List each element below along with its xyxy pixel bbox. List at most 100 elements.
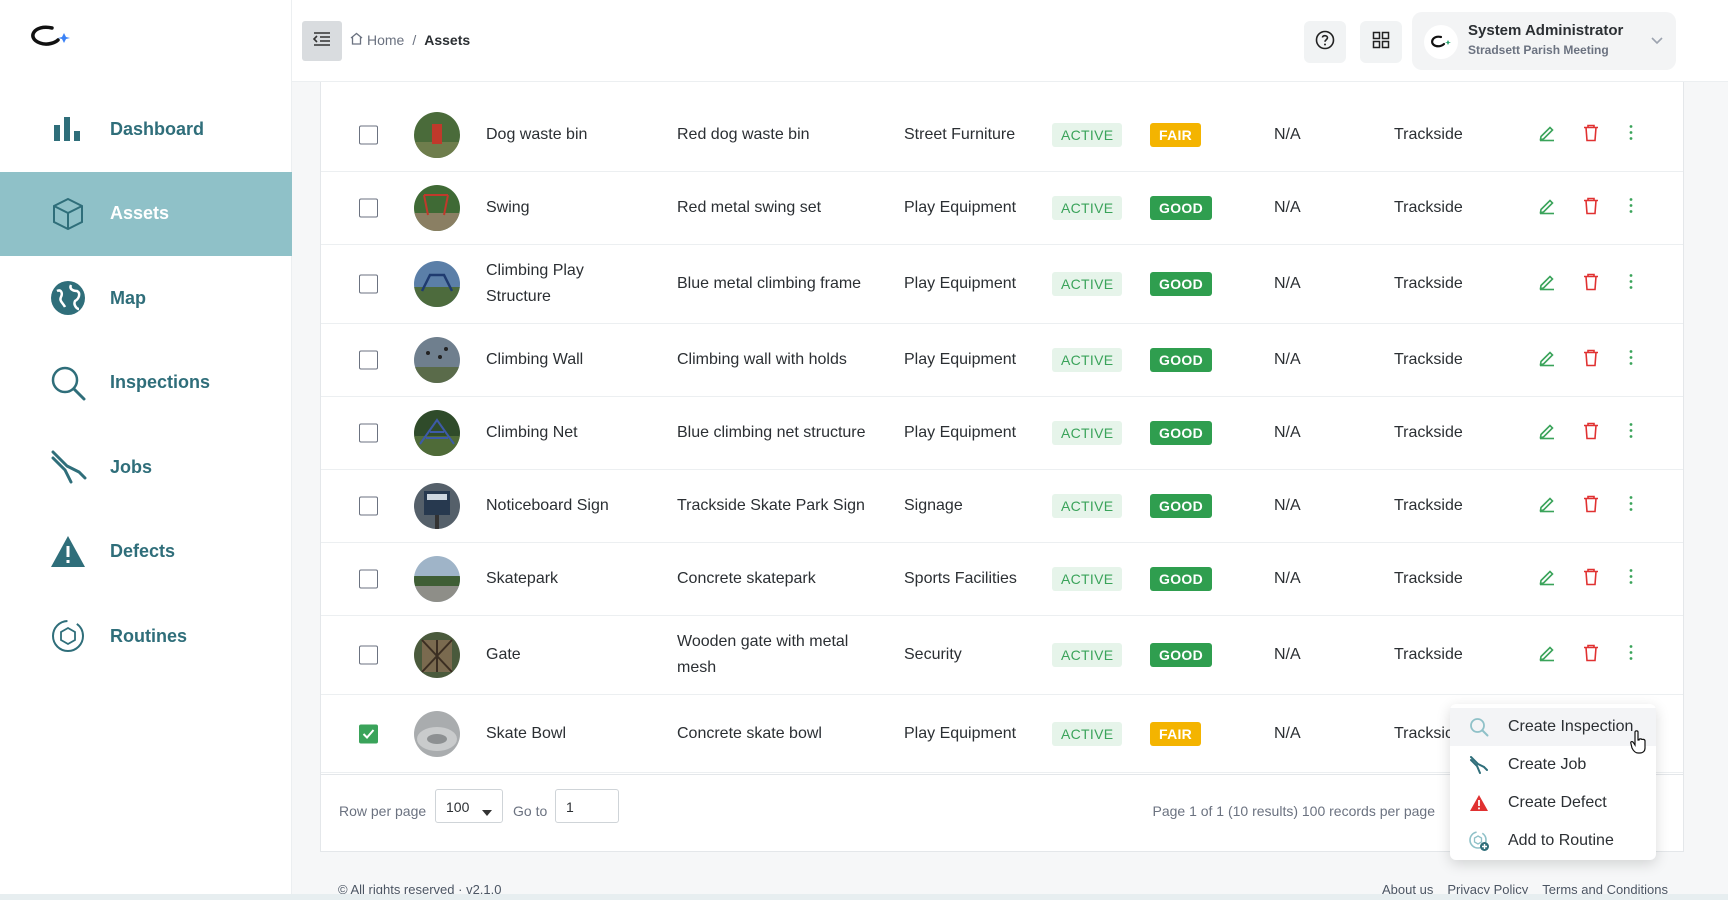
menu-item-create-job[interactable]: Create Job	[1450, 746, 1656, 784]
sidebar-item-dashboard[interactable]: Dashboard	[0, 87, 292, 172]
table-row[interactable]: Gate Wooden gate with metal mesh Securit…	[321, 616, 1683, 695]
row-actions-kebab-icon[interactable]	[1629, 496, 1633, 517]
menu-item-create-inspection[interactable]: Create Inspection	[1450, 708, 1656, 746]
asset-description: Blue climbing net structure	[677, 424, 866, 441]
table-row[interactable]: Climbing Play Structure Blue metal climb…	[321, 245, 1683, 324]
breadcrumb: Home / Assets	[350, 32, 470, 48]
edit-icon[interactable]	[1538, 349, 1556, 372]
row-actions-kebab-icon[interactable]	[1629, 350, 1633, 371]
row-checkbox[interactable]	[359, 198, 378, 218]
checkmark-icon	[362, 728, 375, 739]
asset-thumbnail	[414, 337, 460, 383]
asset-name[interactable]: Climbing Wall	[486, 351, 583, 369]
edit-icon[interactable]	[1538, 197, 1556, 220]
sidebar-toggle-button[interactable]	[302, 21, 342, 61]
asset-name[interactable]: Skate Bowl	[486, 725, 566, 743]
apps-grid-button[interactable]	[1360, 21, 1402, 63]
asset-value: N/A	[1274, 199, 1301, 216]
home-icon	[350, 32, 363, 48]
condition-badge: GOOD	[1150, 643, 1212, 667]
rows-per-page-select[interactable]: 100	[435, 789, 503, 823]
warning-icon	[48, 532, 88, 572]
delete-icon[interactable]	[1583, 124, 1599, 147]
edit-icon[interactable]	[1538, 124, 1556, 147]
asset-name[interactable]: Dog waste bin	[486, 126, 587, 144]
goto-page-input[interactable]: 1	[555, 789, 619, 823]
status-badge: ACTIVE	[1052, 421, 1123, 445]
row-actions-kebab-icon[interactable]	[1629, 569, 1633, 590]
edit-icon[interactable]	[1538, 273, 1556, 296]
table-row[interactable]: Skatepark Concrete skatepark Sports Faci…	[321, 543, 1683, 616]
row-actions-kebab-icon[interactable]	[1629, 198, 1633, 219]
row-checkbox[interactable]	[359, 496, 378, 516]
asset-description: Wooden gate with metal mesh	[677, 629, 848, 681]
asset-name[interactable]: Skatepark	[486, 570, 558, 588]
delete-icon[interactable]	[1583, 495, 1599, 518]
menu-item-add-to-routine[interactable]: Add to Routine	[1450, 822, 1656, 860]
sidebar-item-defects[interactable]: Defects	[0, 510, 292, 595]
cube-icon	[48, 194, 88, 234]
status-badge: ACTIVE	[1052, 272, 1123, 296]
asset-name[interactable]: Climbing Net	[486, 424, 578, 442]
row-checkbox[interactable]	[359, 274, 378, 294]
asset-category: Play Equipment	[904, 351, 1017, 368]
table-row[interactable]: Swing Red metal swing set Play Equipment…	[321, 172, 1683, 245]
delete-icon[interactable]	[1583, 273, 1599, 296]
edit-icon[interactable]	[1538, 422, 1556, 445]
edit-icon[interactable]	[1538, 568, 1556, 591]
asset-value: N/A	[1274, 424, 1301, 441]
user-organisation: Stradsett Parish Meeting	[1468, 43, 1609, 57]
sidebar-item-jobs[interactable]: Jobs	[0, 425, 292, 510]
asset-description: Concrete skatepark	[677, 570, 816, 587]
asset-description: Red dog waste bin	[677, 126, 810, 143]
magnifier-icon	[1468, 716, 1490, 738]
breadcrumb-current: Assets	[424, 32, 471, 48]
delete-icon[interactable]	[1583, 644, 1599, 667]
status-badge: ACTIVE	[1052, 567, 1123, 591]
magnifier-icon	[48, 363, 88, 403]
delete-icon[interactable]	[1583, 568, 1599, 591]
asset-name[interactable]: Climbing Play Structure	[486, 258, 584, 310]
row-checkbox[interactable]	[359, 423, 378, 443]
app-logo[interactable]	[26, 20, 82, 56]
sidebar-item-inspections[interactable]: Inspections	[0, 341, 292, 426]
row-actions-kebab-icon[interactable]	[1629, 125, 1633, 146]
menu-item-label: Create Job	[1508, 756, 1587, 773]
asset-category: Sports Facilities	[904, 570, 1017, 587]
row-checkbox[interactable]	[359, 724, 378, 743]
asset-name[interactable]: Gate	[486, 646, 521, 664]
user-menu[interactable]: System Administrator Stradsett Parish Me…	[1412, 12, 1676, 70]
delete-icon[interactable]	[1583, 349, 1599, 372]
row-actions-kebab-icon[interactable]	[1629, 645, 1633, 666]
condition-badge: FAIR	[1150, 123, 1202, 147]
table-row[interactable]: Climbing Net Blue climbing net structure…	[321, 397, 1683, 470]
row-checkbox[interactable]	[359, 569, 378, 589]
help-button[interactable]	[1304, 21, 1346, 63]
menu-item-create-defect[interactable]: Create Defect	[1450, 784, 1656, 822]
asset-name[interactable]: Noticeboard Sign	[486, 497, 609, 515]
avatar	[1424, 25, 1458, 59]
row-checkbox[interactable]	[359, 125, 378, 145]
asset-name-line: Climbing Play	[486, 262, 584, 279]
row-actions-kebab-icon[interactable]	[1629, 423, 1633, 444]
row-checkbox[interactable]	[359, 350, 378, 370]
delete-icon[interactable]	[1583, 197, 1599, 220]
delete-icon[interactable]	[1583, 422, 1599, 445]
table-row[interactable]: Noticeboard Sign Trackside Skate Park Si…	[321, 470, 1683, 543]
status-badge: ACTIVE	[1052, 643, 1123, 667]
bar-chart-icon	[48, 109, 88, 149]
sidebar-item-label: Assets	[110, 203, 170, 224]
table-row[interactable]: Dog waste bin Red dog waste bin Street F…	[321, 99, 1683, 172]
edit-icon[interactable]	[1538, 644, 1556, 667]
sidebar-item-routines[interactable]: Routines	[0, 594, 292, 679]
breadcrumb-home-link[interactable]: Home	[367, 32, 404, 48]
routine-add-icon	[1468, 830, 1490, 852]
asset-name[interactable]: Swing	[486, 199, 530, 217]
edit-icon[interactable]	[1538, 495, 1556, 518]
asset-location: Trackside	[1394, 424, 1463, 441]
sidebar-item-map[interactable]: Map	[0, 256, 292, 341]
row-checkbox[interactable]	[359, 645, 378, 665]
table-row[interactable]: Climbing Wall Climbing wall with holds P…	[321, 324, 1683, 397]
row-actions-kebab-icon[interactable]	[1629, 274, 1633, 295]
sidebar-item-assets[interactable]: Assets	[0, 171, 292, 256]
